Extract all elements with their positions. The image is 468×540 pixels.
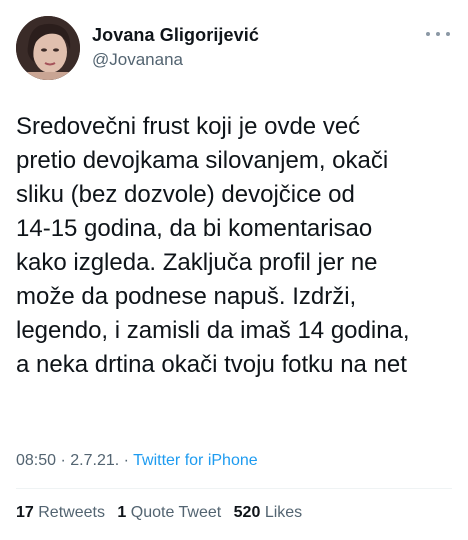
meta-separator: · <box>56 452 71 469</box>
avatar[interactable] <box>16 16 80 80</box>
tweet-text-line: 14-15 godina, da bi komentarisao <box>16 215 373 242</box>
likes-count: 520 <box>233 504 261 521</box>
tweet-meta: 08:50 · 2.7.21. · Twitter for iPhone <box>16 452 258 470</box>
tweet-date[interactable]: 2.7.21. <box>70 452 119 469</box>
quotes-label: Quote Tweet <box>130 504 222 521</box>
tweet-text-line: legendo, i zamisli da imaš 14 godina, <box>16 317 410 344</box>
avatar-photo-icon <box>16 16 80 80</box>
retweets-stat[interactable]: 17 Retweets <box>16 504 105 521</box>
tweet-text-line: pretio devojkama silovanjem, okači <box>16 147 389 174</box>
dot <box>426 32 430 36</box>
tweet-time[interactable]: 08:50 <box>16 452 56 469</box>
retweets-count: 17 <box>16 504 34 521</box>
retweets-label: Retweets <box>38 504 105 521</box>
tweet-text-line: a neka drtina okači tvoju fotku na net <box>16 351 407 378</box>
likes-label: Likes <box>264 504 303 521</box>
tweet-source-link[interactable]: Twitter for iPhone <box>133 452 258 469</box>
tweet-text-line: može da podnese napuš. Izdrži, <box>16 283 357 310</box>
author-handle[interactable]: @Jovanana <box>92 50 183 70</box>
more-dots-icon[interactable] <box>426 26 450 42</box>
tweet-card: Jovana Gligorijević @Jovanana Sredovečni… <box>0 0 468 540</box>
tweet-text: Sredovečni frust koji je ovde već pretio… <box>16 110 456 382</box>
dot <box>446 32 450 36</box>
divider <box>16 488 452 489</box>
author-display-name[interactable]: Jovana Gligorijević <box>92 25 259 46</box>
dot <box>436 32 440 36</box>
tweet-text-line: kako izgleda. Zaključa profil jer ne <box>16 249 378 276</box>
quotes-count: 1 <box>117 504 127 521</box>
tweet-stats: 17 Retweets 1 Quote Tweet 520 Likes <box>16 504 310 522</box>
quotes-stat[interactable]: 1 Quote Tweet <box>117 504 221 521</box>
meta-separator: · <box>119 452 134 469</box>
tweet-text-line: sliku (bez dozvole) devojčice od <box>16 181 355 208</box>
likes-stat[interactable]: 520 Likes <box>234 504 303 521</box>
tweet-text-line: Sredovečni frust koji je ovde već <box>16 113 361 140</box>
